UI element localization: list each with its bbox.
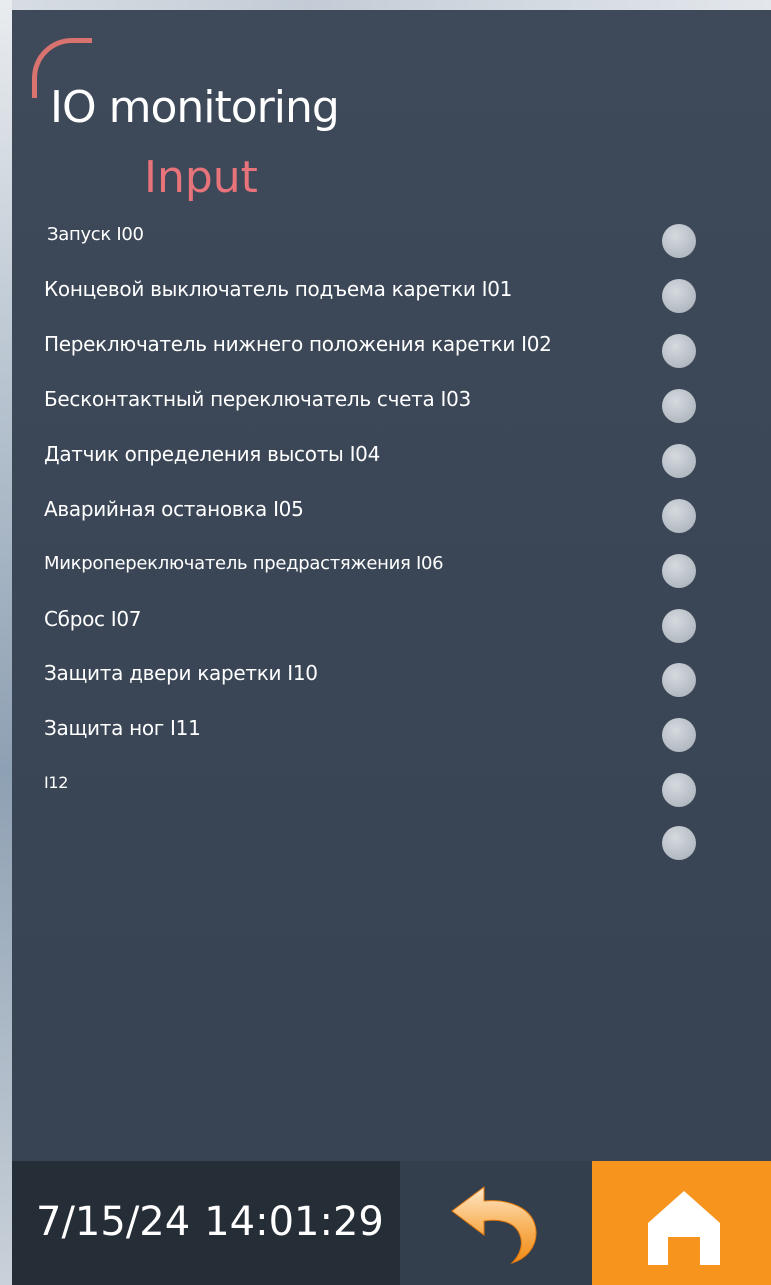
- home-icon: [648, 1191, 720, 1265]
- input-indicator-i05: [662, 499, 696, 533]
- input-indicator-i04: [662, 444, 696, 478]
- window-bezel-left: [0, 0, 12, 1285]
- input-label-i00: Запуск I00: [47, 224, 144, 245]
- io-monitoring-panel: IO monitoring Input Запуск I00 Концевой …: [12, 10, 771, 1285]
- time-text: 14:01:29: [204, 1199, 384, 1245]
- input-label-i12: I12: [44, 773, 69, 792]
- input-indicator-i03: [662, 389, 696, 423]
- input-indicator-i07: [662, 609, 696, 643]
- section-subtitle: Input: [144, 152, 258, 203]
- back-arrow-icon: [451, 1186, 537, 1265]
- input-indicator-i10: [662, 663, 696, 697]
- input-indicator-i11: [662, 718, 696, 752]
- hmi-screen: IO monitoring Input Запуск I00 Концевой …: [0, 0, 771, 1285]
- input-label-i10: Защита двери каретки I10: [44, 661, 318, 685]
- back-button[interactable]: [400, 1161, 592, 1285]
- input-indicator-i01: [662, 279, 696, 313]
- input-label-i04: Датчик определения высоты I04: [44, 442, 381, 466]
- window-bezel-top: [0, 0, 771, 10]
- input-indicator-spare: [662, 826, 696, 860]
- input-indicator-i00: [662, 224, 696, 258]
- input-indicator-i12: [662, 773, 696, 807]
- input-label-i06: Микропереключатель предрастяжения I06: [44, 553, 444, 574]
- datetime-display: 7/15/24 14:01:29: [12, 1161, 400, 1285]
- input-label-i03: Бесконтактный переключатель счета I03: [44, 387, 471, 411]
- input-label-i07: Сброс I07: [44, 607, 142, 631]
- footer-bar: 7/15/24 14:01:29: [12, 1161, 771, 1285]
- home-button[interactable]: [592, 1161, 771, 1285]
- page-title: IO monitoring: [50, 82, 340, 133]
- input-label-i01: Концевой выключатель подъема каретки I01: [44, 277, 513, 301]
- input-label-i02: Переключатель нижнего положения каретки …: [44, 332, 552, 356]
- input-indicator-i02: [662, 334, 696, 368]
- input-indicator-i06: [662, 554, 696, 588]
- input-label-i11: Защита ног I11: [44, 716, 201, 740]
- date-text: 7/15/24: [36, 1199, 191, 1245]
- input-label-i05: Аварийная остановка I05: [44, 497, 304, 521]
